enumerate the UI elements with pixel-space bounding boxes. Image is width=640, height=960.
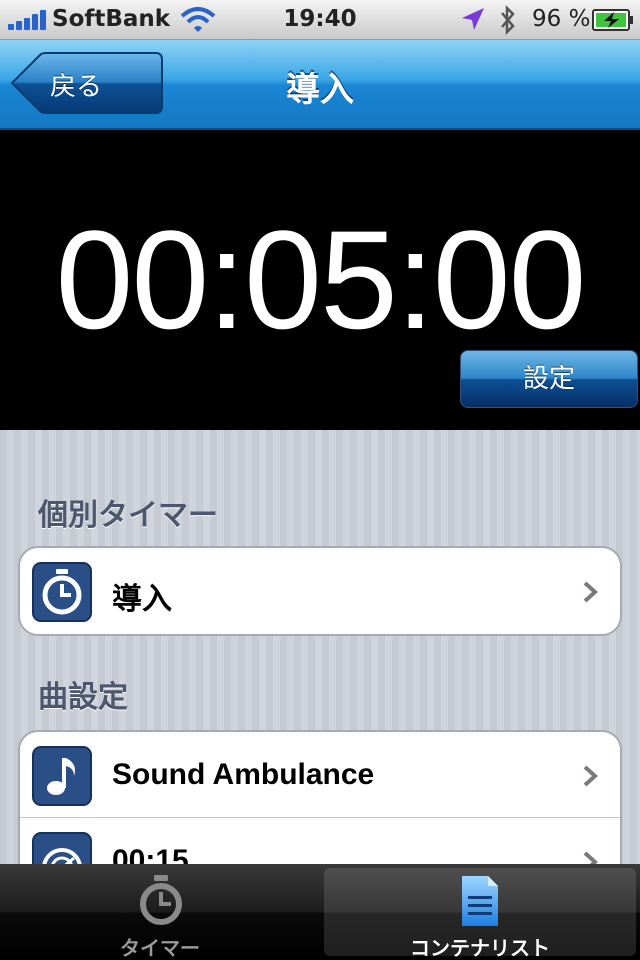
timer-display: 00:05:00 [55,201,587,358]
list-item[interactable]: 導入 [20,548,620,634]
list-item-label: 導入 [112,583,172,616]
content-list[interactable]: 個別タイマー 導入 曲設定 Sound Ambulance 00:15 [0,430,640,864]
page-title: 導入 [286,70,354,110]
bluetooth-icon [501,4,515,36]
song-settings-group: Sound Ambulance 00:15 [18,730,622,864]
tab-label: コンテナリスト [410,936,550,960]
list-item[interactable]: 00:15 [20,818,620,864]
list-item-label: 00:15 [112,844,189,864]
battery-charging-icon [592,9,633,31]
section-header-song-settings: 曲設定 [38,680,128,715]
chevron-right-icon [583,851,598,864]
document-icon [462,876,498,926]
tab-label: タイマー [120,936,200,960]
navigation-bar: 戻る 導入 [0,40,640,130]
status-bar: SoftBank 19:40 96 % [0,0,640,40]
tab-timer[interactable]: タイマー [0,864,320,960]
signal-strength-icon [8,10,48,30]
tab-bar: タイマー コンテナリスト [0,864,640,960]
settings-button[interactable]: 設定 [460,350,638,408]
location-arrow-icon [462,8,484,30]
stopwatch-icon [140,875,182,925]
music-note-icon [32,746,92,806]
battery-percent: 96 % [532,6,591,32]
individual-timer-group: 導入 [18,546,622,636]
tab-content-list[interactable]: コンテナリスト [320,864,640,960]
wifi-icon [180,7,216,32]
list-item-label: Sound Ambulance [112,758,375,791]
chevron-right-icon [583,765,598,787]
chevron-right-icon [583,581,598,603]
timer-panel: 00:05:00 設定 [0,130,640,430]
list-item[interactable]: Sound Ambulance [20,732,620,818]
interval-timer-icon [32,832,92,864]
stopwatch-icon [32,562,92,622]
section-header-individual-timer: 個別タイマー [38,498,218,533]
carrier-name: SoftBank [52,6,171,32]
